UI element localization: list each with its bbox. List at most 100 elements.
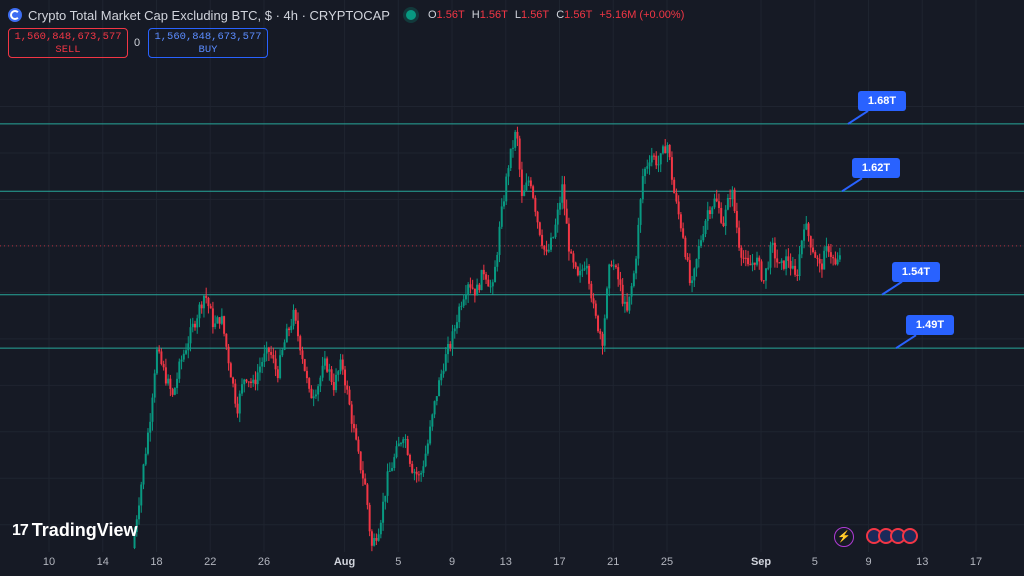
candle-body [205, 295, 208, 298]
x-tick-label: 25 [660, 556, 674, 568]
candle-body [272, 354, 275, 359]
candle-body [818, 258, 821, 264]
candle-body [653, 155, 656, 157]
candle-body [608, 264, 611, 289]
candle-body [534, 197, 537, 212]
candle-body [621, 284, 624, 304]
candle-body [675, 193, 678, 202]
buy-button[interactable]: 1,560,848,673,577 BUY [148, 28, 268, 58]
candle-body [391, 468, 394, 471]
time-axis[interactable]: 10 14 18 22 26 Aug 5 9 13 17 21 25 Sep 5 9 13 17 [0, 552, 1024, 576]
candle-body [796, 274, 799, 277]
symbol-title[interactable]: Crypto Total Market Cap Excluding BTC, $… [28, 8, 390, 23]
candle-body [424, 453, 427, 467]
candle-body [565, 208, 568, 224]
candle-body [247, 381, 250, 383]
candle-body [386, 471, 389, 496]
candle-body [146, 432, 149, 454]
candle-body [771, 242, 774, 246]
candle-body [498, 226, 501, 255]
candle-body [431, 414, 434, 427]
candle-body [198, 304, 201, 319]
candle-body [292, 309, 295, 326]
candle-body [720, 207, 723, 223]
candle-body [254, 379, 257, 385]
candle-body [785, 256, 788, 269]
candle-body [337, 371, 340, 375]
candle-body [744, 257, 747, 259]
level-label[interactable]: 1.62T [852, 158, 900, 179]
low-value: 1.56T [521, 9, 550, 21]
candle-body [742, 257, 745, 259]
candle-body [211, 308, 214, 328]
candle-body [670, 157, 673, 180]
candle-body [189, 327, 192, 344]
spread-value: 0 [134, 37, 141, 49]
candle-body [373, 538, 376, 546]
candle-body [420, 472, 423, 475]
candle-body [836, 259, 839, 265]
candle-body [782, 260, 785, 269]
market-status-icon[interactable] [405, 10, 416, 20]
level-label[interactable]: 1.68T [858, 90, 906, 111]
candle-body [379, 522, 382, 535]
candle-body [753, 262, 756, 265]
candle-body [715, 198, 718, 202]
candle-body [684, 237, 687, 258]
candle-body [312, 396, 315, 399]
candle-body [697, 245, 700, 259]
candle-body [527, 180, 530, 183]
candle-body [214, 323, 217, 328]
candle-body [820, 263, 823, 270]
x-tick-label: 10 [42, 556, 56, 568]
candle-body [646, 166, 649, 169]
candle-body [666, 144, 669, 154]
us-flag-icon[interactable] [902, 528, 918, 544]
candle-body [637, 224, 640, 259]
candle-body [558, 202, 561, 210]
candle-body [305, 370, 308, 379]
candle-body [632, 273, 635, 287]
lightning-icon[interactable]: ⚡ [834, 527, 854, 547]
candle-body [243, 379, 246, 385]
candle-body [299, 336, 302, 351]
candle-body [171, 389, 174, 395]
candle-body [561, 184, 564, 203]
candle-body [265, 347, 268, 354]
candle-body [438, 380, 441, 397]
x-tick-label: 22 [204, 556, 217, 568]
candle-body [142, 464, 145, 485]
candle-body [442, 370, 445, 374]
candle-body [496, 254, 499, 267]
candle-body [444, 354, 447, 371]
sell-label: SELL [55, 44, 81, 56]
candle-body [384, 495, 387, 502]
candle-body [236, 403, 239, 414]
tradingview-wordmark: TradingView [31, 520, 138, 540]
sell-button[interactable]: 1,560,848,673,577 SELL [8, 28, 128, 58]
level-label[interactable]: 1.49T [906, 315, 954, 336]
candle-body [469, 284, 472, 288]
candle-body [232, 377, 235, 384]
candle-body [706, 210, 709, 221]
candle-body [832, 256, 835, 259]
buy-price: 1,560,848,673,577 [154, 31, 262, 43]
candle-body [520, 169, 523, 196]
candle-body [491, 282, 494, 287]
candle-body [518, 138, 521, 170]
candle-body [760, 261, 763, 281]
candle-body [733, 189, 736, 211]
candle-body [267, 347, 270, 352]
candle-body [261, 361, 264, 367]
tradingview-logo[interactable]: 17 TradingView [12, 520, 138, 541]
candle-body [256, 372, 259, 385]
price-chart[interactable] [0, 0, 1024, 576]
candle-body [467, 284, 470, 295]
candle-body [511, 147, 514, 149]
candle-body [158, 349, 161, 352]
candle-body [556, 209, 559, 225]
level-label[interactable]: 1.54T [892, 261, 940, 282]
candle-body [776, 258, 779, 263]
x-tick-label: 21 [607, 556, 620, 568]
candle-body [590, 283, 593, 299]
